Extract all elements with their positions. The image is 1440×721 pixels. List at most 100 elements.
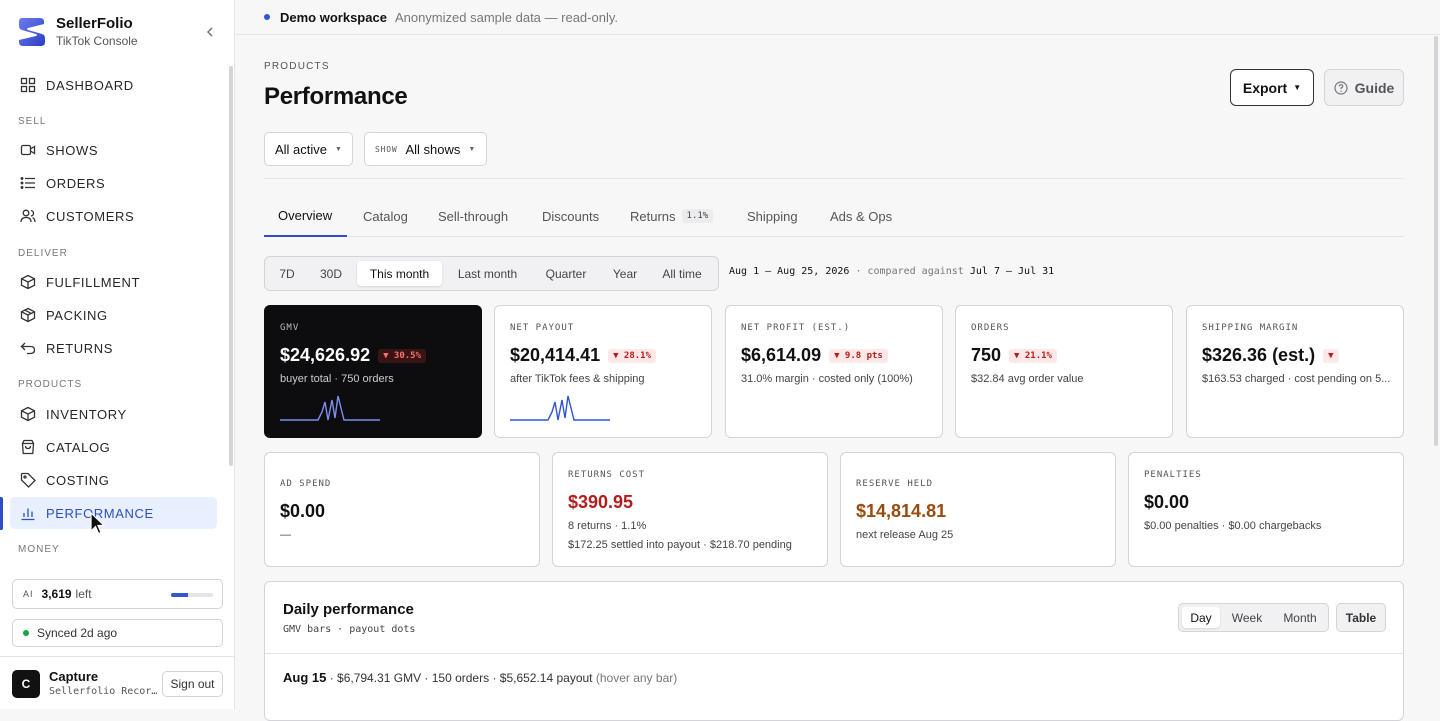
video-icon — [20, 142, 36, 158]
kpi-card-ad-spend[interactable]: AD SPEND $0.00 — — [264, 452, 540, 567]
kpi-subtext: next release Aug 25 — [856, 529, 954, 541]
sidebar-item-returns[interactable]: RETURNS — [10, 332, 217, 364]
range-quarter-button[interactable]: Quarter — [535, 261, 597, 286]
sync-text: Synced 2d ago — [37, 626, 118, 640]
kpi-card-net-profit[interactable]: NET PROFIT (EST.) $6,614.09 ▼ 9.8 pts 31.… — [725, 305, 943, 438]
status-filter-value: All active — [275, 141, 328, 157]
user-subtitle: Sellerfolio Recor… — [49, 686, 158, 697]
kpi-subtext: buyer total · 750 orders — [280, 373, 394, 385]
undo-icon — [20, 340, 36, 356]
tab-discounts[interactable]: Discounts — [542, 195, 599, 237]
grid-icon — [20, 77, 36, 93]
range-7d-button[interactable]: 7D — [269, 261, 305, 286]
mouse-cursor-icon — [90, 512, 106, 535]
nav-section-deliver: DELIVER — [18, 248, 68, 259]
kpi-value: $14,814.81 — [856, 501, 947, 521]
range-description: Aug 1 – Aug 25, 2026 · compared against … — [729, 266, 1054, 277]
kpi-card-shipping-margin[interactable]: SHIPPING MARGIN $326.36 (est.) ▼ $163.53 … — [1186, 305, 1404, 438]
table-view-button[interactable]: Table — [1336, 603, 1386, 632]
ai-credits[interactable]: AI 3,619 left — [12, 579, 223, 609]
demo-banner: Demo workspace Anonymized sample data — … — [236, 0, 1440, 35]
kpi-label: ORDERS — [971, 323, 1010, 333]
sidebar-item-shows[interactable]: SHOWS — [10, 134, 217, 166]
range-last-month-button[interactable]: Last month — [448, 261, 527, 286]
kpi-value-text: $20,414.41 — [510, 345, 601, 365]
kpi-value-text: $6,614.09 — [741, 345, 822, 365]
range-current: Aug 1 – Aug 25, 2026 — [729, 266, 850, 277]
sidebar-item-packing[interactable]: PACKING — [10, 299, 217, 331]
kpi-subtext: $0.00 penalties · $0.00 chargebacks — [1144, 520, 1322, 532]
kpi-value: $390.95 — [568, 492, 634, 512]
sidebar-item-label: RETURNS — [46, 340, 114, 356]
range-year-button[interactable]: Year — [603, 261, 647, 286]
kpi-value: $0.00 — [280, 501, 326, 521]
sidebar-scrollbar[interactable] — [229, 66, 233, 466]
sidebar-item-inventory[interactable]: INVENTORY — [10, 398, 217, 430]
sidebar-item-dashboard[interactable]: DASHBOARD — [10, 69, 217, 101]
user-footer: C Capture Sellerfolio Recor… Sign out — [0, 656, 235, 709]
tab-shipping[interactable]: Shipping — [747, 195, 798, 237]
tab-sell-through[interactable]: Sell-through — [438, 195, 508, 237]
sidebar-item-fulfillment[interactable]: FULFILLMENT — [10, 266, 217, 298]
collapse-sidebar-icon[interactable] — [202, 24, 218, 40]
sidebar-item-orders[interactable]: ORDERS — [10, 167, 217, 199]
kpi-card-penalties[interactable]: PENALTIES $0.00 $0.00 penalties · $0.00 … — [1128, 452, 1404, 567]
granularity-day-button[interactable]: Day — [1182, 607, 1220, 628]
range-all-time-button[interactable]: All time — [653, 261, 711, 286]
sidebar-item-catalog[interactable]: CATALOG — [10, 431, 217, 463]
status-dot-icon — [23, 630, 29, 636]
status-filter-select[interactable]: All active ▼ — [264, 132, 353, 166]
export-label: Export — [1242, 79, 1288, 96]
ai-usage-fill — [171, 593, 188, 597]
guide-button[interactable]: Guide — [1324, 69, 1404, 106]
tab-label: Returns — [630, 208, 676, 224]
tab-returns[interactable]: Returns 1.1% — [630, 195, 714, 237]
user-name: Capture — [49, 669, 99, 684]
kpi-label: AD SPEND — [280, 479, 332, 489]
tab-catalog[interactable]: Catalog — [363, 195, 408, 237]
kpi-subtext: — — [280, 529, 291, 541]
ai-left-label: left — [75, 587, 92, 601]
range-this-month-button[interactable]: This month — [357, 261, 442, 286]
kpi-label: RESERVE HELD — [856, 479, 934, 489]
kpi-card-returns-cost[interactable]: RETURNS COST $390.95 8 returns · 1.1% $1… — [552, 452, 828, 567]
sidebar-item-label: INVENTORY — [46, 406, 127, 422]
tag-icon — [20, 472, 36, 488]
nav-section-products: PRODUCTS — [18, 379, 83, 390]
page-scrollbar[interactable] — [1434, 36, 1438, 446]
info-dot-icon — [264, 14, 270, 20]
kpi-card-net-payout[interactable]: NET PAYOUT $20,414.41 ▼ 28.1% after TikTo… — [494, 305, 712, 438]
kpi-card-gmv[interactable]: GMV $24,626.92 ▼ 30.5% buyer total · 750 … — [264, 305, 482, 438]
brand-logo-icon — [19, 17, 45, 46]
kpi-subtext-secondary: $172.25 settled into payout · $218.70 pe… — [568, 539, 792, 551]
list-icon — [20, 175, 36, 191]
kpi-card-orders[interactable]: ORDERS 750 ▼ 21.1% $32.84 avg order value — [955, 305, 1173, 438]
range-30d-button[interactable]: 30D — [313, 261, 349, 286]
granularity-month-button[interactable]: Month — [1274, 607, 1326, 628]
kpi-value-text: $326.36 (est.) — [1202, 345, 1316, 365]
sidebar-item-performance[interactable]: PERFORMANCE — [10, 497, 217, 529]
kpi-value: $0.00 — [1144, 492, 1190, 512]
sidebar-item-label: COSTING — [46, 472, 110, 488]
show-filter-select[interactable]: SHOW All shows ▼ — [364, 132, 487, 166]
gmv-sparkline — [280, 395, 380, 421]
sign-out-button[interactable]: Sign out — [162, 671, 223, 697]
sidebar-item-costing[interactable]: COSTING — [10, 464, 217, 496]
kpi-value: $20,414.41 ▼ 28.1% — [510, 345, 657, 366]
granularity-week-button[interactable]: Week — [1224, 607, 1270, 628]
date-range-selector: 7D 30D This month Last month Quarter Yea… — [264, 256, 719, 291]
payout-sparkline — [510, 395, 610, 421]
kpi-label: PENALTIES — [1144, 470, 1202, 480]
cube-icon — [20, 406, 36, 422]
kpi-card-reserve-held[interactable]: RESERVE HELD $14,814.81 next release Aug… — [840, 452, 1116, 567]
kpi-value: 750 ▼ 21.1% — [971, 345, 1057, 366]
sidebar-item-customers[interactable]: CUSTOMERS — [10, 200, 217, 232]
tab-ads-ops[interactable]: Ads & Ops — [830, 195, 892, 237]
kpi-delta-badge: ▼ 30.5% — [378, 348, 427, 363]
brand[interactable]: SellerFolio TikTok Console — [18, 15, 138, 48]
export-button[interactable]: Export ▼ — [1230, 69, 1314, 106]
tab-overview[interactable]: Overview — [264, 195, 347, 237]
sync-status[interactable]: Synced 2d ago — [12, 619, 223, 647]
kpi-value: $24,626.92 ▼ 30.5% — [280, 345, 427, 366]
avatar[interactable]: C — [12, 670, 40, 698]
